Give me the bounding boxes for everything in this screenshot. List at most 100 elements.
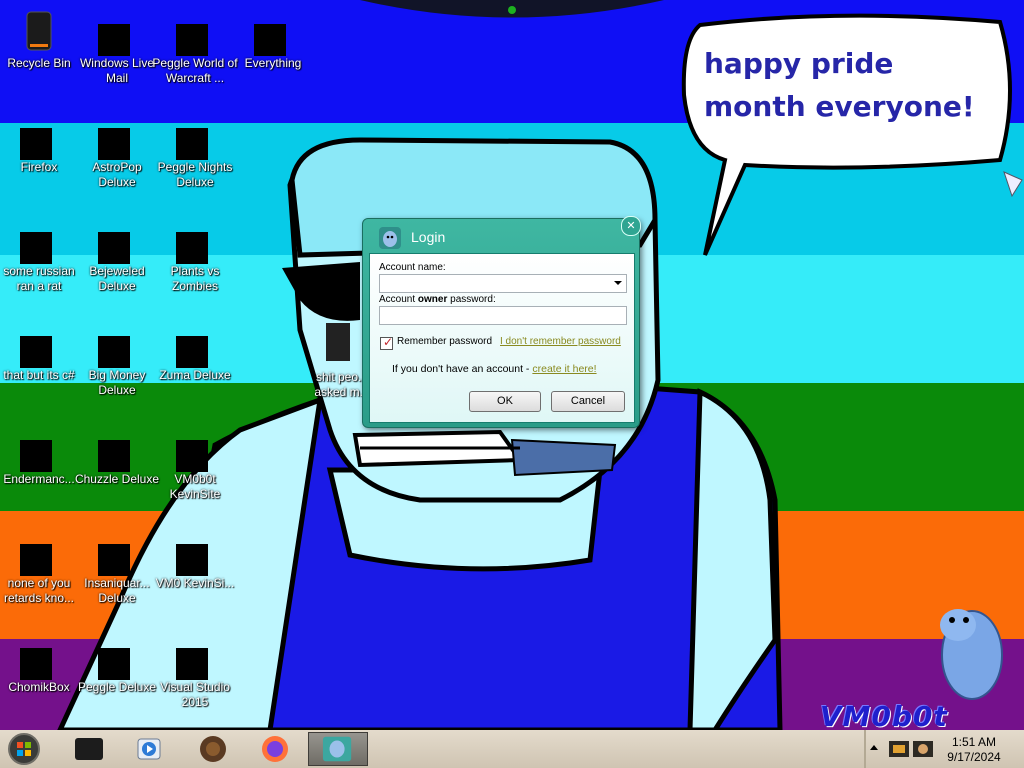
ok-button[interactable]: OK (469, 391, 541, 412)
checkmark-icon: ✓ (383, 335, 394, 349)
hamster-mascot (940, 609, 1003, 700)
desktop-icon-label: VM0 KevinSi... (155, 576, 235, 590)
show-hidden-icons-chevron-icon[interactable] (870, 745, 878, 750)
redacted-icon (98, 128, 130, 160)
redacted-icon (176, 232, 208, 264)
password-label: Account owner password: (379, 294, 496, 305)
tray-separator (864, 730, 866, 768)
redacted-icon (98, 336, 130, 368)
desktop-icon-label: ChomikBox (8, 680, 70, 694)
desktop-icon-that-but-csharp[interactable]: that but its c# (0, 316, 78, 406)
desktop-icon-label: Visual Studio 2015 (160, 680, 230, 709)
desktop-icon-label: Endermanc... (3, 472, 75, 486)
desktop-icon-some-russian[interactable]: some russian ran a rat (0, 212, 78, 302)
redacted-icon (98, 232, 130, 264)
redacted-icon (176, 128, 208, 160)
create-account-link[interactable]: create it here! (532, 363, 596, 375)
desktop-icon-chuzzle[interactable]: Chuzzle Deluxe (75, 420, 159, 510)
no-account-prefix: If you don't have an account - (392, 363, 533, 375)
desktop-icon-label: Everything (244, 56, 302, 70)
desktop-icon-label: Big Money Deluxe (88, 368, 146, 397)
desktop-icon-label: Recycle Bin (7, 56, 71, 70)
peggle-icon[interactable] (186, 732, 240, 766)
password-label-part: password: (447, 294, 496, 305)
redacted-icon (176, 336, 208, 368)
taskbar: 1:51 AM 9/17/2024 (0, 730, 1024, 768)
redacted-icon (254, 24, 286, 56)
desktop-icon-label: some russian ran a rat (3, 264, 75, 293)
redacted-icon (20, 336, 52, 368)
redacted-icon (176, 440, 208, 472)
desktop-icon-label: Firefox (20, 160, 58, 174)
desktop-icon-peggle-deluxe[interactable]: Peggle Deluxe (78, 628, 156, 718)
forgot-password-link[interactable]: I don't remember password (500, 336, 621, 347)
desktop-icon-peggle-nights[interactable]: Peggle Nights Deluxe (156, 108, 234, 198)
desktop-icon-windows-live-mail[interactable]: Windows Live Mail (78, 4, 156, 94)
desktop-icon-label: Zuma Deluxe (159, 368, 231, 382)
redacted-icon (20, 544, 52, 576)
chevron-down-icon[interactable] (614, 281, 622, 285)
password-label-part: Account (379, 294, 418, 305)
desktop-icon-label: that but its c# (3, 368, 75, 382)
desktop-icon-label: Insaniquar... Deluxe (84, 576, 150, 605)
desktop-icon-label: Peggle Nights Deluxe (157, 160, 233, 189)
start-button[interactable] (6, 732, 42, 766)
desktop-icon-zuma[interactable]: Zuma Deluxe (156, 316, 234, 406)
network-tray-icon[interactable] (888, 739, 910, 759)
desktop-icon-endermanc[interactable]: Endermanc... (0, 420, 78, 510)
redacted-icon (98, 544, 130, 576)
system-clock[interactable]: 1:51 AM 9/17/2024 (940, 735, 1008, 765)
desktop-icon-big-money[interactable]: Big Money Deluxe (78, 316, 156, 406)
desktop-icon-vm0b0t-kevinsite[interactable]: VM0b0t KevinSite (156, 420, 234, 510)
password-label-bold: owner (417, 294, 448, 305)
recycle-bin-icon (26, 11, 52, 51)
redacted-icon (176, 648, 208, 680)
window-icon[interactable] (62, 732, 116, 766)
dialog-title: Login (411, 229, 446, 245)
clock-date: 9/17/2024 (947, 750, 1001, 764)
redacted-icon (176, 24, 208, 56)
cigar (510, 438, 617, 477)
desktop-icon-none-of-you[interactable]: none of you retards kno... (0, 524, 78, 614)
chomikbox-tray-icon[interactable] (912, 739, 934, 759)
redacted-icon (98, 24, 130, 56)
desktop-icon-insaniquarium[interactable]: Insaniquar... Deluxe (78, 524, 156, 614)
redacted-icon (20, 232, 52, 264)
cancel-button[interactable]: Cancel (551, 391, 625, 412)
chomikbox-app-icon (379, 227, 401, 249)
desktop-icon-firefox[interactable]: Firefox (0, 108, 78, 198)
redacted-icon (20, 128, 52, 160)
desktop-icon-peggle-wow[interactable]: Peggle World of Warcraft ... (152, 4, 238, 94)
desktop-icon-recycle-bin[interactable]: Recycle Bin (0, 4, 78, 94)
media-player-icon[interactable] (122, 732, 176, 766)
account-name-combobox[interactable] (379, 274, 627, 293)
desktop-icon-label: none of you retards kno... (3, 576, 75, 605)
password-field[interactable] (379, 306, 627, 325)
desktop-icon-visual-studio[interactable]: Visual Studio 2015 (156, 628, 234, 718)
remember-password-label[interactable]: Remember password (397, 336, 492, 347)
firefox-icon[interactable] (248, 732, 302, 766)
desktop-icon-label: Peggle World of Warcraft ... (152, 56, 238, 85)
remember-password-checkbox[interactable]: ✓ (380, 335, 394, 350)
account-name-label: Account name: (379, 262, 446, 273)
desktop-icon-vm0-kevinsite[interactable]: VM0 KevinSi... (156, 524, 234, 614)
desktop-icon-label: Windows Live Mail (79, 56, 155, 85)
desktop-icon-label: Bejeweled Deluxe (89, 264, 145, 293)
redacted-icon (20, 440, 52, 472)
desktop-icon-label: VM0b0t KevinSite (169, 472, 221, 501)
redacted-icon (98, 648, 130, 680)
desktop-icon-label: Peggle Deluxe (77, 680, 157, 694)
redacted-icon (20, 648, 52, 680)
clock-time: 1:51 AM (951, 735, 997, 749)
speech-bubble-text: happy pride month everyone! (704, 47, 975, 123)
no-account-text: If you don't have an account - create it… (392, 363, 597, 375)
close-icon[interactable]: ✕ (621, 216, 641, 236)
desktop-icon-plants-vs-zombies[interactable]: Plants vs Zombies (156, 212, 234, 302)
login-dialog: Login ✕ Account name: Account owner pass… (362, 216, 641, 428)
desktop-icon-everything[interactable]: Everything (234, 4, 312, 94)
sunglasses (282, 262, 360, 321)
desktop-icon-astropop[interactable]: AstroPop Deluxe (78, 108, 156, 198)
desktop-icon-chomikbox[interactable]: ChomikBox (0, 628, 78, 718)
desktop-icon-bejeweled[interactable]: Bejeweled Deluxe (78, 212, 156, 302)
chomikbox-icon[interactable] (308, 732, 368, 766)
